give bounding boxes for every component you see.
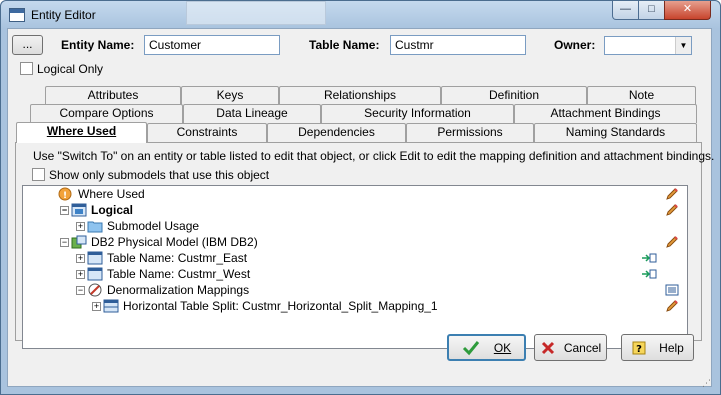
- tree-node-submodel-usage[interactable]: + Submodel Usage: [76, 218, 199, 234]
- edit-pencil-icon[interactable]: [665, 187, 679, 201]
- tree-node-denormalization-mappings[interactable]: − Denormalization Mappings: [76, 282, 249, 298]
- switch-to-icon[interactable]: [641, 267, 657, 281]
- collapse-icon[interactable]: −: [60, 205, 69, 215]
- svg-text:!: !: [63, 191, 67, 201]
- cancel-button[interactable]: Cancel: [534, 334, 607, 361]
- table-icon: [87, 267, 103, 281]
- owner-select[interactable]: ▼: [604, 36, 692, 55]
- show-submodels-checkbox[interactable]: [32, 168, 45, 181]
- table-split-icon: [103, 299, 119, 313]
- physical-model-icon: [71, 235, 87, 249]
- table-name-input[interactable]: Custmr: [390, 35, 526, 55]
- tree-node-label: Horizontal Table Split: Custmr_Horizonta…: [123, 299, 438, 313]
- edit-pencil-icon[interactable]: [665, 203, 679, 217]
- expand-icon[interactable]: +: [76, 269, 85, 279]
- close-button[interactable]: ✕: [664, 1, 711, 20]
- tab-attributes[interactable]: Attributes: [45, 86, 181, 105]
- folder-icon: [87, 219, 103, 233]
- edit-pencil-icon[interactable]: [665, 235, 679, 249]
- ok-button[interactable]: OK: [447, 334, 526, 361]
- tree-node-label: Denormalization Mappings: [107, 283, 250, 297]
- tree-node-label: Table Name: Custmr_East: [107, 251, 248, 265]
- checkmark-icon: [462, 340, 479, 355]
- help-icon: ?: [632, 341, 646, 355]
- tab-naming-standards[interactable]: Naming Standards: [534, 123, 697, 142]
- tree-node-logical[interactable]: − Logical: [60, 202, 133, 218]
- ok-button-label: OK: [493, 340, 512, 355]
- where-used-icon: !: [58, 187, 74, 201]
- table-icon: [87, 251, 103, 265]
- entity-name-label: Entity Name:: [61, 38, 135, 52]
- svg-text:?: ?: [636, 344, 642, 355]
- collapse-icon[interactable]: −: [76, 285, 85, 295]
- tree-node-where-used[interactable]: ! Where Used: [58, 186, 145, 202]
- tab-definition[interactable]: Definition: [441, 86, 587, 105]
- tab-compare-options[interactable]: Compare Options: [30, 104, 183, 123]
- tab-note[interactable]: Note: [587, 86, 696, 105]
- tab-data-lineage[interactable]: Data Lineage: [183, 104, 321, 123]
- tab-permissions[interactable]: Permissions: [406, 123, 534, 142]
- tree-node-label: Logical: [91, 203, 134, 217]
- title-bar[interactable]: Entity Editor — □ ✕: [1, 1, 720, 29]
- list-icon[interactable]: [665, 283, 679, 297]
- entity-name-input[interactable]: Customer: [144, 35, 280, 55]
- tab-dependencies[interactable]: Dependencies: [267, 123, 406, 142]
- tree-node-db2-physical-model[interactable]: − DB2 Physical Model (IBM DB2): [60, 234, 258, 250]
- expand-icon[interactable]: +: [76, 221, 85, 231]
- tree-node-table-custmr-west[interactable]: + Table Name: Custmr_West: [76, 266, 250, 282]
- collapse-icon[interactable]: −: [60, 237, 69, 247]
- edit-pencil-icon[interactable]: [665, 299, 679, 313]
- tab-constraints[interactable]: Constraints: [147, 123, 267, 142]
- tab-where-used[interactable]: Where Used: [16, 122, 147, 143]
- tab-relationships[interactable]: Relationships: [279, 86, 441, 105]
- owner-label: Owner:: [554, 38, 596, 52]
- resize-grip-icon[interactable]: ⋰: [702, 378, 712, 388]
- browse-entity-button[interactable]: ...: [12, 35, 43, 55]
- cancel-x-icon: [541, 341, 554, 354]
- tree-node-table-custmr-east[interactable]: + Table Name: Custmr_East: [76, 250, 247, 266]
- tree-node-label: Where Used: [78, 187, 145, 201]
- minimize-button[interactable]: —: [612, 1, 639, 20]
- tab-attachment-bindings[interactable]: Attachment Bindings: [514, 104, 697, 123]
- tree-node-label: Table Name: Custmr_West: [107, 267, 251, 281]
- background-window-ghost: [186, 1, 326, 25]
- logical-model-icon: [71, 203, 87, 217]
- help-button[interactable]: ? Help: [621, 334, 694, 361]
- expand-icon[interactable]: +: [76, 253, 85, 263]
- maximize-button[interactable]: □: [638, 1, 665, 20]
- table-name-label: Table Name:: [309, 38, 380, 52]
- switch-to-icon[interactable]: [641, 251, 657, 265]
- tab-security-information[interactable]: Security Information: [321, 104, 514, 123]
- tab-keys[interactable]: Keys: [181, 86, 279, 105]
- tree-node-label: DB2 Physical Model (IBM DB2): [91, 235, 258, 249]
- help-button-label: Help: [659, 340, 684, 355]
- expand-icon[interactable]: +: [92, 301, 101, 311]
- logical-only-checkbox[interactable]: [20, 62, 33, 75]
- cancel-button-label: Cancel: [563, 340, 602, 355]
- tree-node-horizontal-table-split[interactable]: + Horizontal Table Split: Custmr_Horizon…: [92, 298, 438, 314]
- window-app-icon: [9, 8, 25, 22]
- denormalization-icon: [87, 283, 103, 297]
- show-submodels-label: Show only submodels that use this object: [49, 168, 270, 182]
- tree-node-label: Submodel Usage: [107, 219, 200, 233]
- window-title: Entity Editor: [31, 8, 96, 22]
- logical-only-label: Logical Only: [37, 62, 104, 76]
- where-used-instructions: Use "Switch To" on an entity or table li…: [33, 149, 715, 163]
- chevron-down-icon[interactable]: ▼: [675, 37, 691, 54]
